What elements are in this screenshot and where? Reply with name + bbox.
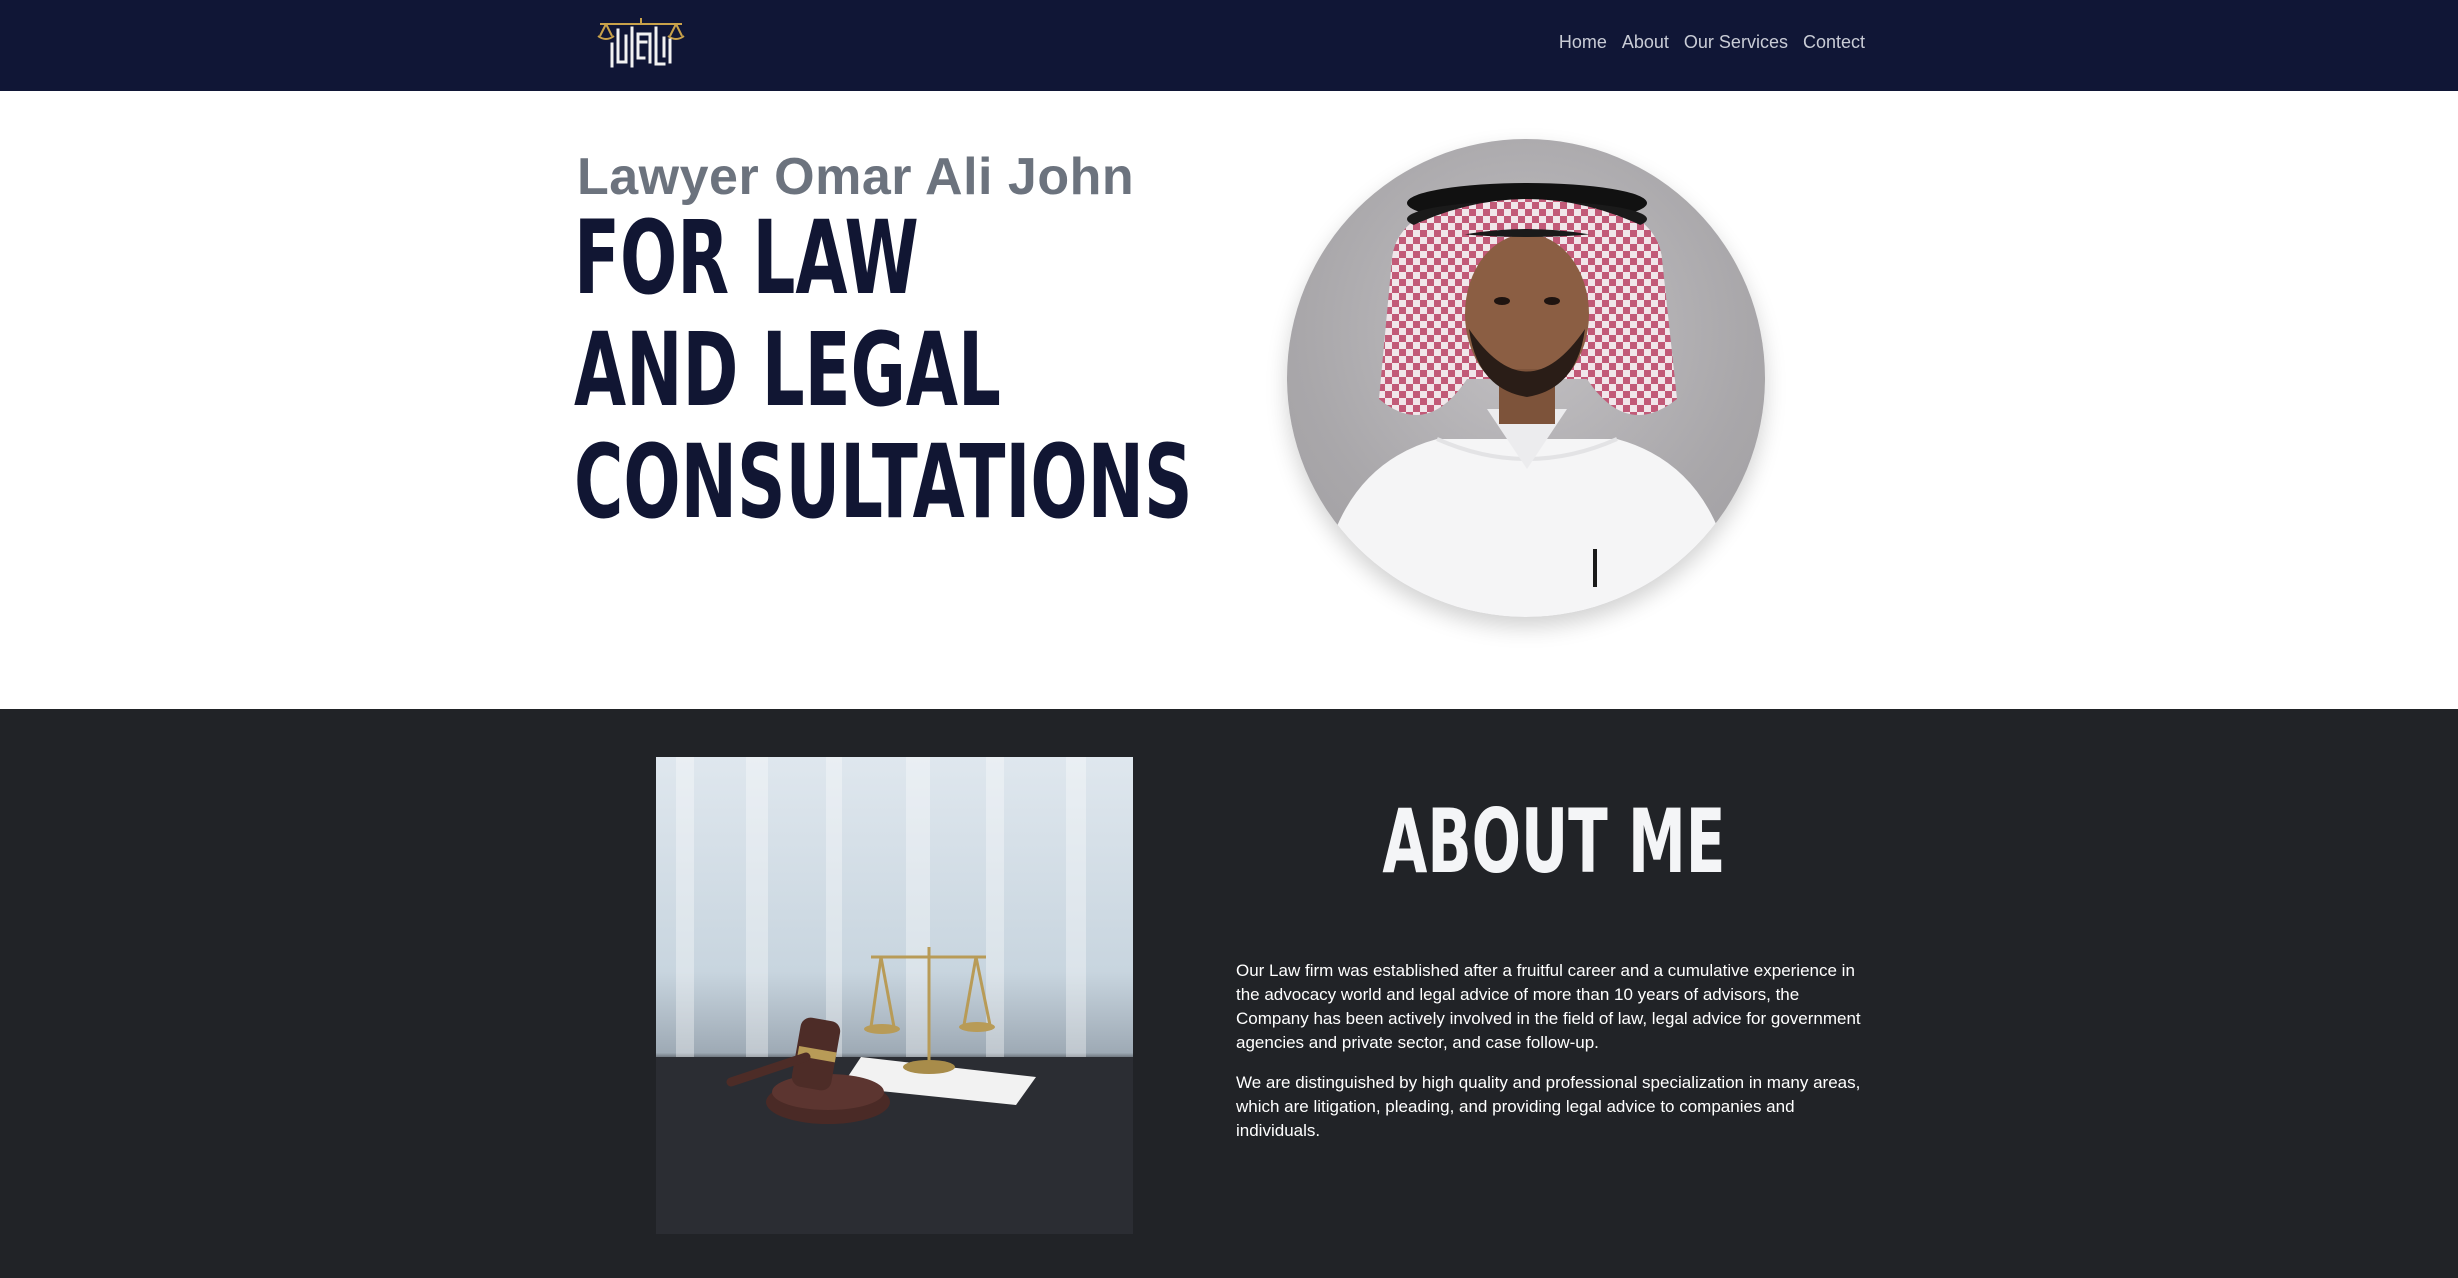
lawyer-portrait-image: [1317, 183, 1737, 617]
nav-link-our-services[interactable]: Our Services: [1684, 30, 1788, 55]
gavel-scales-photo: [656, 757, 1133, 1234]
scales-of-justice-logo-icon: [597, 18, 685, 68]
nav-link-contect[interactable]: Contect: [1803, 30, 1865, 55]
about-paragraph: Our Law firm was established after a fru…: [1236, 961, 1861, 1052]
hero-subtitle: Lawyer Omar Ali John: [577, 148, 1135, 206]
gavel-scales-image: [656, 757, 1133, 1234]
hero-title-line: AND LEGAL: [574, 311, 1001, 430]
top-navbar: Home About Our Services Contect: [0, 0, 2458, 91]
logo[interactable]: [592, 14, 690, 74]
nav-link-home[interactable]: Home: [1559, 30, 1607, 55]
lawyer-portrait: [1287, 139, 1765, 617]
about-title-text: ABOUT ME: [1382, 790, 1726, 893]
about-section: ABOUT ME Our Law firm was established af…: [0, 709, 2458, 1278]
about-text: Our Law firm was established after a fru…: [1236, 959, 1866, 1159]
about-title: ABOUT ME: [1236, 797, 1872, 887]
hero-title-line: FOR LAW: [574, 199, 919, 318]
about-paragraph: We are distinguished by high quality and…: [1236, 1073, 1861, 1140]
hero-section: Lawyer Omar Ali John FOR LAW AND LEGAL C…: [0, 91, 2458, 709]
nav-link-about[interactable]: About: [1622, 30, 1669, 55]
hero-title-line: CONSULTATIONS: [574, 423, 1193, 542]
hero-title: FOR LAW AND LEGAL CONSULTATIONS: [574, 203, 1192, 539]
main-nav: Home About Our Services Contect: [1559, 0, 1865, 84]
